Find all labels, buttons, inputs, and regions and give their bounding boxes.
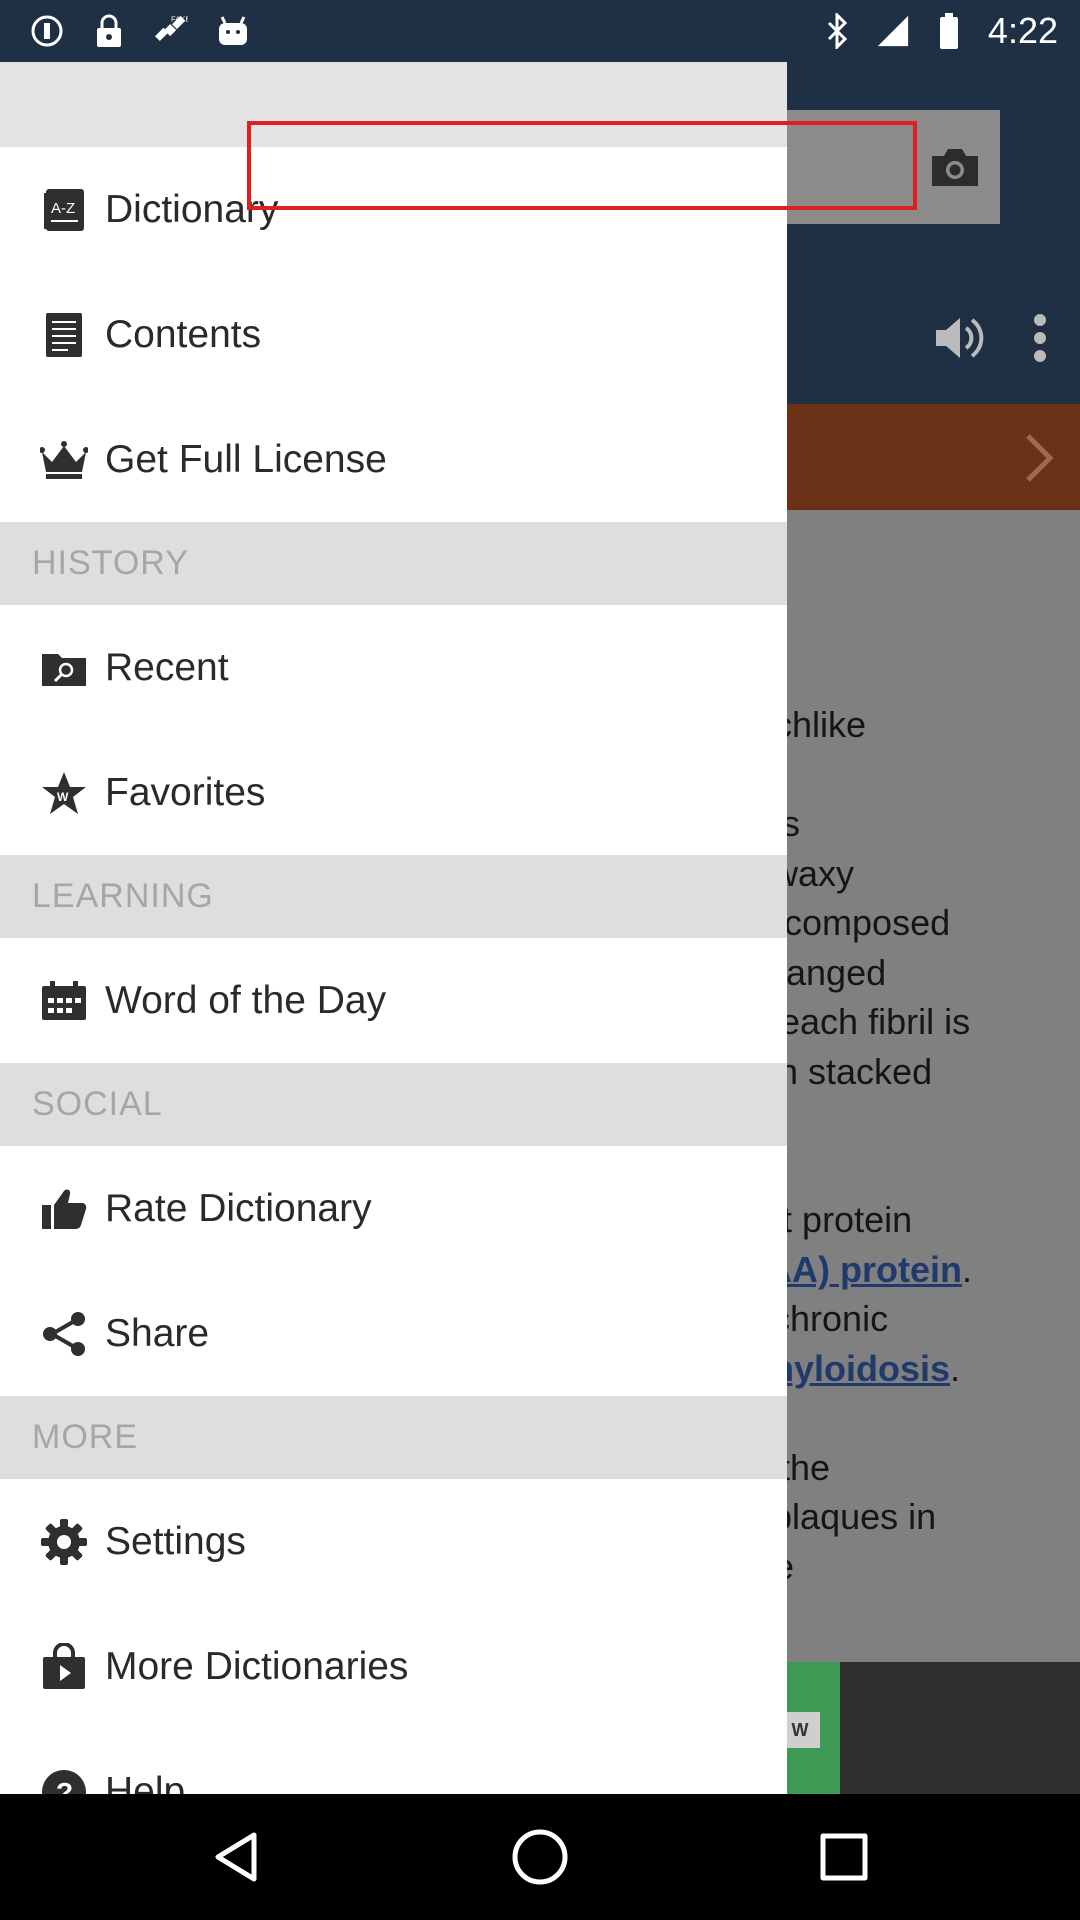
drawer-item-label: Contents	[105, 312, 262, 356]
article-line: a waxy	[742, 852, 855, 894]
drawer-item-label: Share	[105, 1311, 210, 1355]
crown-icon	[40, 436, 88, 484]
section-title: HISTORY	[32, 544, 189, 582]
article-line: k; each fibril is	[742, 1001, 971, 1042]
svg-text:W: W	[57, 790, 69, 804]
bluetooth-icon	[820, 13, 854, 49]
drawer-item-rate-dictionary[interactable]: Rate Dictionary	[0, 1146, 787, 1271]
drawer-item-label: More Dictionaries	[105, 1644, 409, 1688]
system-navigation-bar	[0, 1794, 1080, 1920]
drawer-item-favorites[interactable]: W Favorites	[0, 730, 787, 855]
folder-search-icon	[40, 644, 88, 692]
help-circle-icon: ?	[40, 1768, 88, 1795]
section-title: SOCIAL	[32, 1085, 163, 1123]
drawer-item-label: Rate Dictionary	[105, 1186, 372, 1230]
article-line: o chronic	[742, 1298, 889, 1339]
calendar-icon	[40, 977, 88, 1025]
battery-icon	[932, 13, 966, 49]
section-header-more: MORE	[0, 1396, 787, 1479]
article-line: archlike	[742, 704, 867, 745]
signal-icon	[876, 14, 910, 48]
camera-icon[interactable]	[920, 135, 990, 199]
section-header-social: SOCIAL	[0, 1063, 787, 1146]
highlight-box	[247, 121, 917, 210]
article-line: in the	[742, 1446, 831, 1488]
drawer-item-more-dictionaries[interactable]: More Dictionaries	[0, 1604, 787, 1729]
article-line: e plaques in	[742, 1496, 937, 1537]
chevron-right-icon[interactable]	[1020, 430, 1060, 486]
gear-icon	[40, 1518, 88, 1566]
section-header-history: HISTORY	[0, 522, 787, 605]
drawer-item-share[interactable]: Share	[0, 1271, 787, 1396]
drawer-item-label: Settings	[105, 1519, 246, 1563]
article-line: arranged	[742, 951, 887, 993]
status-bar: FAKE 4:22	[0, 0, 1080, 62]
drawer-item-label: Get Full License	[105, 437, 387, 481]
drawer-item-label: Help	[105, 1769, 186, 1795]
article-line: re composed	[742, 902, 951, 943]
article-line: SAA) protein.	[742, 1248, 973, 1290]
drawer-item-get-full-license[interactable]: Get Full License	[0, 397, 787, 522]
lock-icon	[92, 14, 126, 48]
drawer-item-label: Favorites	[105, 770, 266, 814]
article-line: amyloidosis.	[742, 1347, 961, 1389]
fake-gps-satellite-icon: FAKE	[154, 14, 188, 48]
more-vert-icon[interactable]	[1030, 310, 1050, 366]
speaker-icon[interactable]	[930, 310, 986, 366]
navigation-drawer: A-Z Dictionary Contents Get Full License…	[0, 62, 787, 1794]
section-title: MORE	[32, 1418, 138, 1456]
svg-text:FAKE: FAKE	[171, 15, 188, 24]
section-header-learning: LEARNING	[0, 855, 787, 938]
home-icon[interactable]	[504, 1821, 576, 1893]
svg-text:A-Z: A-Z	[51, 200, 75, 217]
article-text: archlike ousa waxy re composed arranged k; e…	[742, 700, 1072, 1591]
section-title: LEARNING	[32, 877, 214, 915]
article-line	[742, 1146, 1072, 1196]
star-w-icon: W	[40, 769, 88, 817]
article-line	[742, 1096, 1072, 1146]
shopping-bag-icon	[40, 1642, 88, 1691]
article-line: rge	[742, 1542, 1072, 1592]
recents-icon[interactable]	[808, 1821, 880, 1893]
article-line: ght protein	[742, 1199, 913, 1240]
drawer-item-contents[interactable]: Contents	[0, 272, 787, 397]
svg-text:?: ?	[56, 1777, 73, 1795]
thumbs-up-icon	[40, 1185, 88, 1233]
clock: 4:22	[987, 10, 1058, 51]
drawer-item-recent[interactable]: Recent	[0, 605, 787, 730]
a-z-book-icon: A-Z	[40, 186, 88, 234]
drawer-item-label: Word of the Day	[105, 978, 387, 1022]
article-line	[742, 750, 1072, 800]
drawer-item-settings[interactable]: Settings	[0, 1479, 787, 1604]
drawer-item-help[interactable]: ? Help	[0, 1729, 787, 1794]
article-line: ous	[742, 799, 1072, 849]
drawer-item-word-of-the-day[interactable]: Word of the Day	[0, 938, 787, 1063]
info-circle-icon	[30, 14, 64, 48]
share-icon	[40, 1310, 88, 1358]
drawer-item-label: Recent	[105, 645, 229, 689]
article-line: s in stacked	[742, 1050, 933, 1092]
android-icon	[216, 14, 250, 48]
article-line	[742, 1393, 1072, 1443]
back-icon[interactable]	[200, 1821, 272, 1893]
document-list-icon	[40, 311, 88, 359]
